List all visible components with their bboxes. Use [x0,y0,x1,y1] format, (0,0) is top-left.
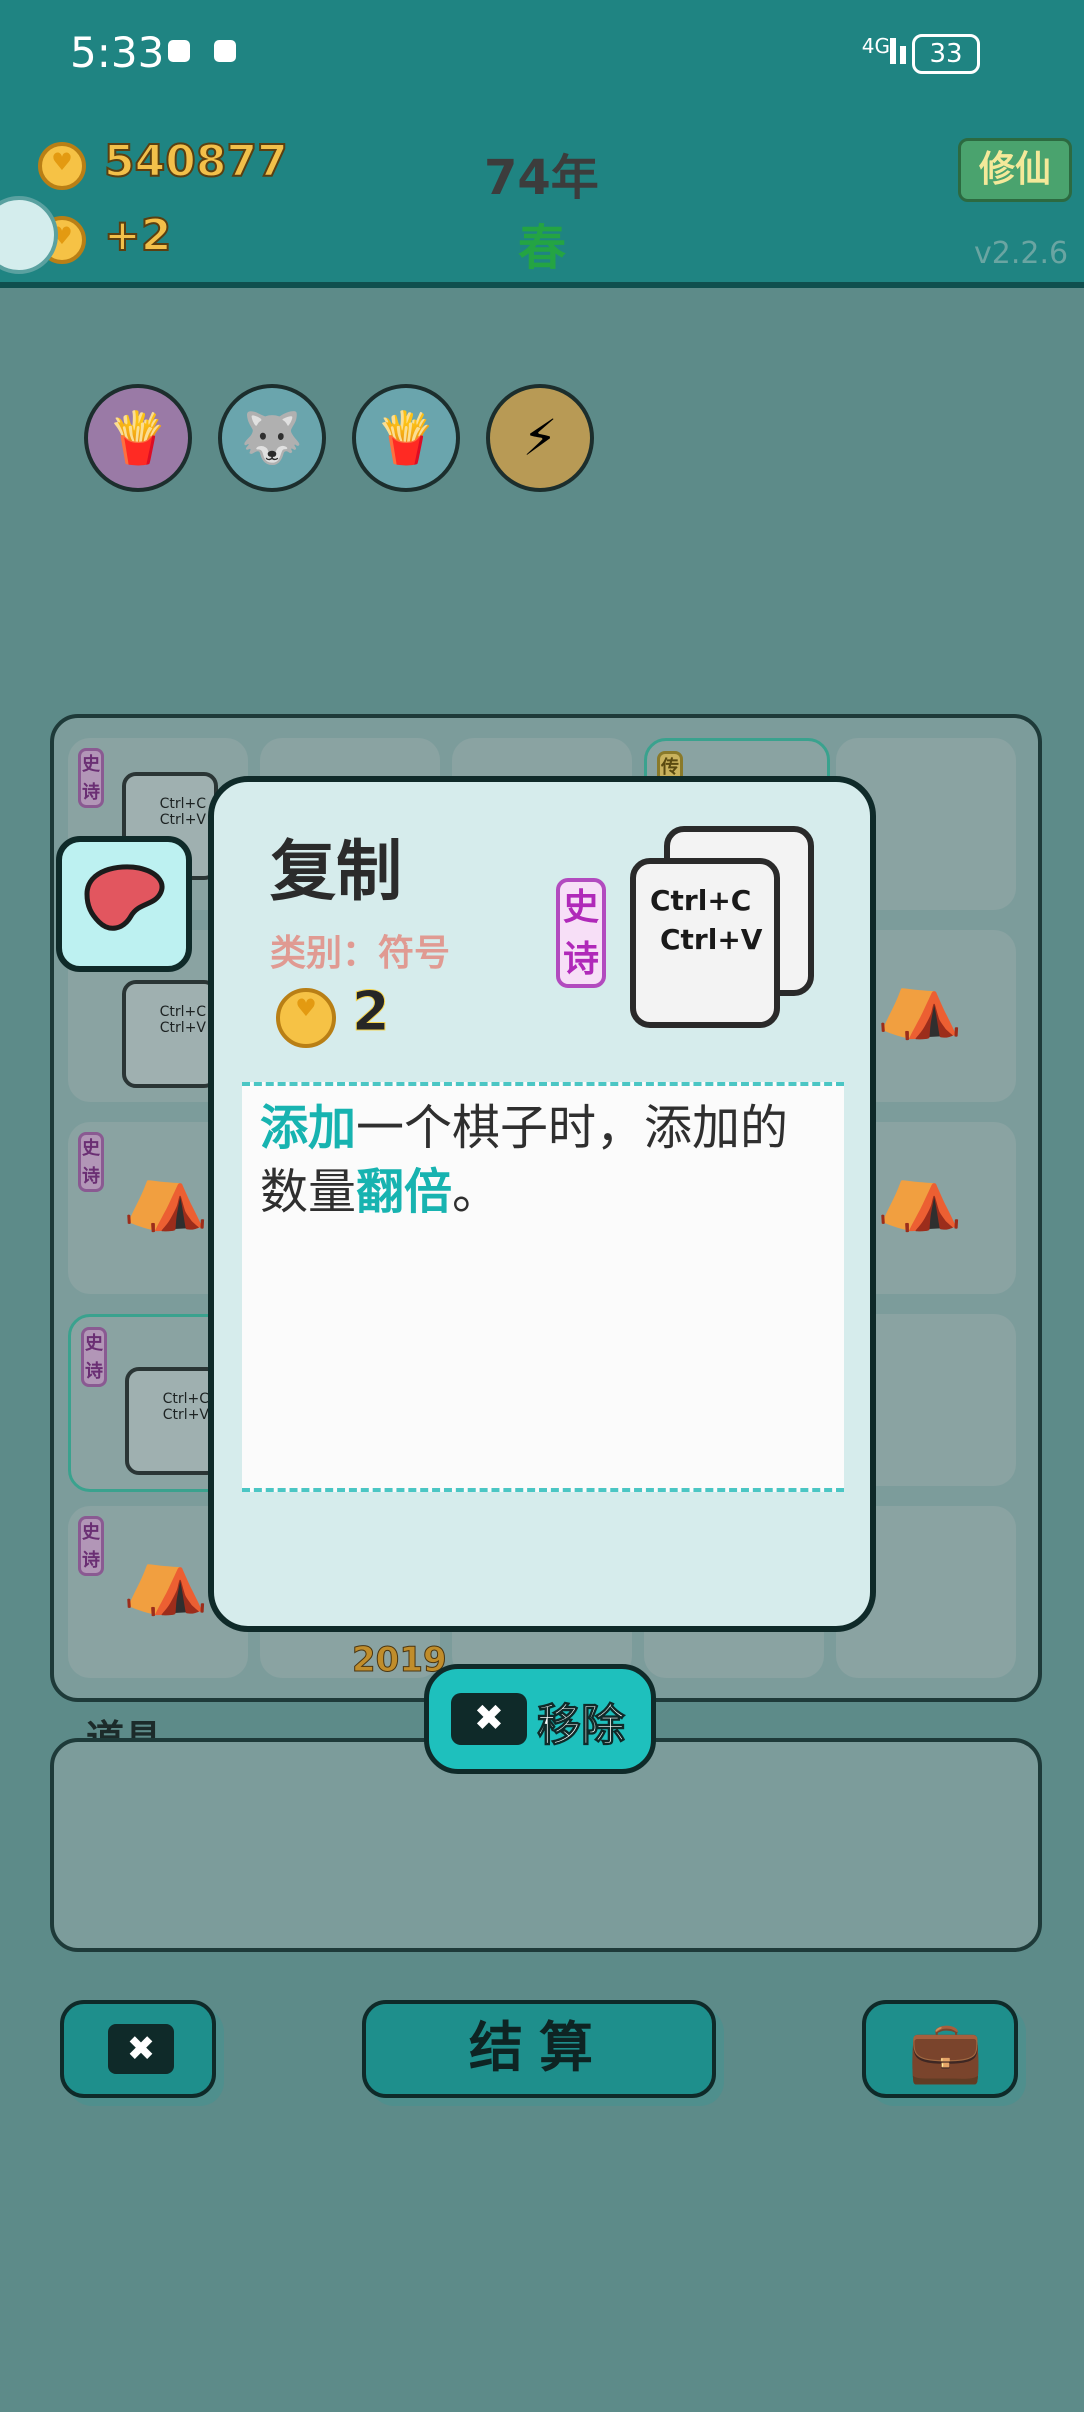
battery-indicator: 33 [912,34,980,74]
network-label: 4G [861,34,890,58]
popup-price: 2 [352,980,391,1044]
popup-category: 类别：符号 [270,933,451,974]
desc-text: 。 [452,1164,501,1220]
rarity-tag: 史诗 [78,748,104,808]
mini-card: Ctrl+C Ctrl+V [125,1367,221,1475]
liver-icon [84,864,165,931]
liver-item[interactable] [56,836,192,972]
status-time: 5:33 [70,28,165,77]
coin-count: 540877 [103,135,289,188]
rarity-tag: 史诗 [81,1327,107,1387]
popup-rarity-tag: 史诗 [556,878,606,988]
fries-icon: 🍟 [106,409,170,467]
signal-bar [890,38,896,64]
relic-fries[interactable]: 🍟 [352,384,460,492]
mode-button[interactable]: 修仙 [958,138,1072,202]
item-detail-popup: 复制 类别：符号 2 史诗 Ctrl+C Ctrl+V 添加一个棋子时，添加的数… [208,776,876,1632]
income-per-turn: +2 [103,209,172,262]
popup-title: 复制 [270,833,402,910]
lightning-icon: ⚡ [522,409,558,467]
bag-button[interactable]: 💼 [862,2000,1018,2098]
relic-fries[interactable]: 🍟 [84,384,192,492]
desc-highlight: 添加 [260,1100,357,1156]
card-line2: Ctrl+V [660,923,763,956]
coin-icon [38,142,86,190]
briefcase-icon: 💼 [908,2017,983,2087]
year-label: 74年 [484,150,599,206]
settle-button[interactable]: 结算 [362,2000,716,2098]
season-label: 春 [518,220,567,276]
relic-husky[interactable]: 🐺 [218,384,326,492]
rarity-tag: 史诗 [78,1132,104,1192]
tent-icon: ⛺ [876,1152,964,1234]
coin-icon [276,988,336,1048]
back-button[interactable]: ✖ [60,2000,216,2098]
notification-icon [214,40,236,62]
relic-lightning[interactable]: ⚡ [486,384,594,492]
husky-dog-icon: 🐺 [240,409,304,467]
fries-icon: 🍟 [374,409,438,467]
tent-icon: ⛺ [876,960,964,1042]
notification-icon [168,40,190,62]
rarity-tag: 史诗 [78,1516,104,1576]
close-icon: ✖ [108,2024,174,2074]
tent-icon: ⛺ [122,1536,210,1618]
desc-highlight: 翻倍 [356,1164,453,1220]
mini-card: Ctrl+C Ctrl+V [122,980,218,1088]
tent-icon: ⛺ [122,1152,210,1234]
remove-button[interactable]: ✖ 移除 [424,1664,656,1774]
close-icon: ✖ [451,1693,527,1745]
signal-bar [900,46,906,64]
version-label: v2.2.6 [974,236,1069,271]
card-front: Ctrl+C Ctrl+V [630,858,780,1028]
card-line1: Ctrl+C [650,884,752,917]
popup-description: 添加一个棋子时，添加的数量翻倍。 [242,1082,844,1492]
remove-label: 移除 [537,1700,626,1752]
